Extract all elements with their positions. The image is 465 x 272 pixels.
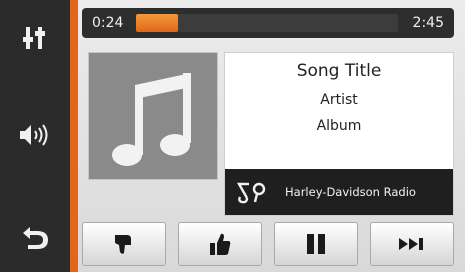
volume-icon <box>20 124 48 146</box>
song-title: Song Title <box>296 61 382 81</box>
equalizer-icon <box>23 27 45 49</box>
equalizer-button[interactable] <box>0 0 70 76</box>
artist-name: Artist <box>320 92 358 108</box>
album-name: Album <box>316 118 362 134</box>
progress-fill <box>136 14 178 32</box>
music-note-icon <box>112 73 191 166</box>
accent-divider <box>70 0 78 272</box>
pause-icon <box>307 234 325 254</box>
radio-logo-icon <box>237 182 266 204</box>
thumbs-down-button[interactable] <box>82 222 166 266</box>
source-label: Harley-Davidson Radio <box>285 185 416 199</box>
back-button[interactable] <box>0 200 70 272</box>
thumbs-down-icon <box>115 235 131 254</box>
thumbs-up-button[interactable] <box>178 222 262 266</box>
total-time: 2:45 <box>412 15 444 31</box>
control-rail <box>0 0 70 272</box>
volume-button[interactable] <box>0 95 70 175</box>
elapsed-time: 0:24 <box>92 15 124 31</box>
album-art <box>88 52 218 180</box>
music-player-screen: 0:24 2:45 Song Title Artist Album Harley… <box>0 0 465 272</box>
pause-button[interactable] <box>274 222 358 266</box>
back-icon <box>23 227 48 249</box>
source-bar: Harley-Davidson Radio <box>225 169 453 215</box>
progress-track[interactable] <box>136 14 398 32</box>
thumbs-up-icon <box>210 233 231 255</box>
skip-next-button[interactable] <box>370 222 454 266</box>
track-info-panel: Song Title Artist Album Harley-Davidson … <box>224 52 454 216</box>
progress-bar: 0:24 2:45 <box>82 8 454 38</box>
skip-next-icon <box>399 238 423 250</box>
